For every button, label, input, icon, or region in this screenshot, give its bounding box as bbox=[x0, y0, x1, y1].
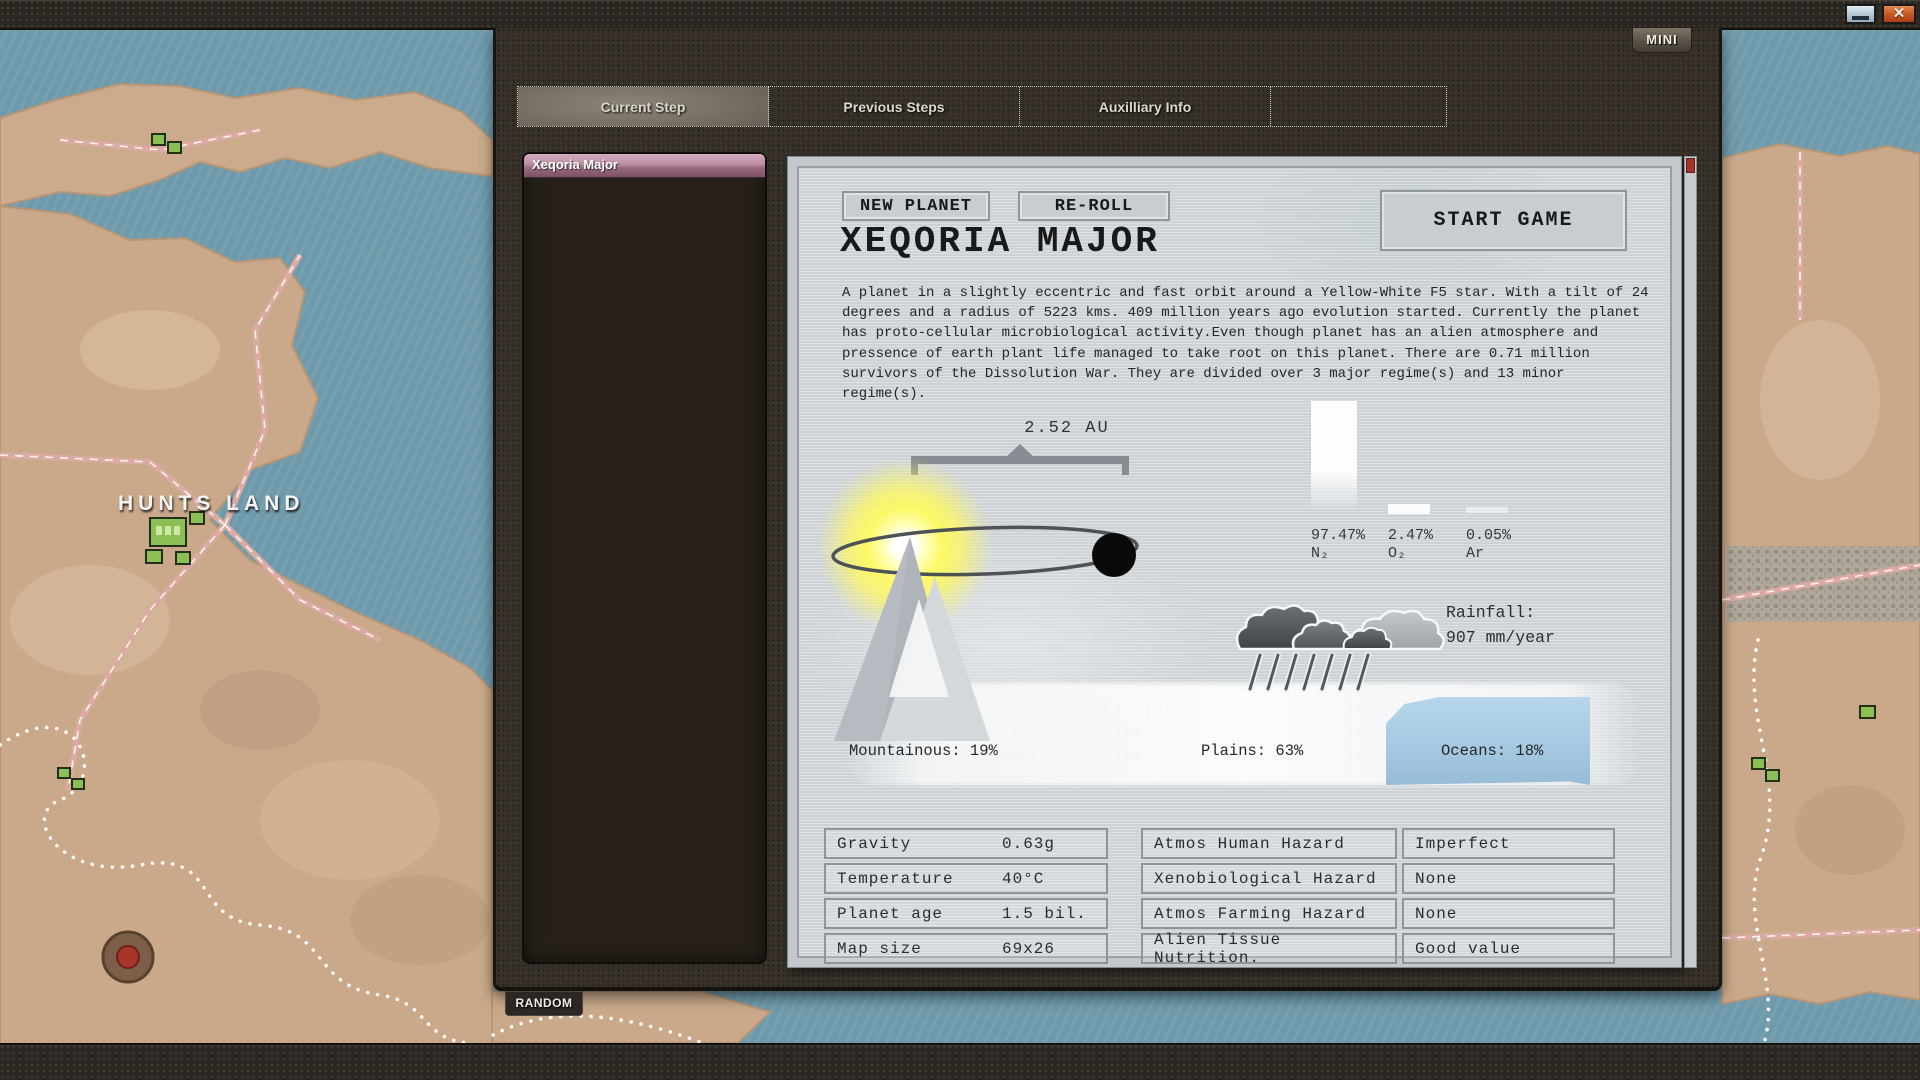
rainfall-label: Rainfall: bbox=[1446, 600, 1555, 625]
tab-auxilliary-info[interactable]: Auxilliary Info bbox=[1020, 87, 1271, 126]
close-icon: ✕ bbox=[1893, 5, 1906, 22]
hazard-stats-table: Atmos Human Hazard Imperfect Xenobiologi… bbox=[1141, 828, 1615, 964]
planet-stats-table: Gravity 0.63g Temperature 40°C Planet ag… bbox=[824, 828, 1108, 964]
mountains-icon bbox=[832, 535, 994, 743]
table-row: Atmos Farming Hazard None bbox=[1141, 898, 1615, 929]
stat-value: Imperfect bbox=[1402, 828, 1615, 859]
terrain-row: Mountainous: 19% Plains: 63% Oceans: 18% bbox=[788, 742, 1683, 762]
sidebar-item-xeqoria-major[interactable]: Xeqoria Major bbox=[524, 154, 765, 178]
main-panel: Current Step Previous Steps Auxilliary I… bbox=[493, 28, 1722, 991]
stat-label: Temperature bbox=[826, 870, 1002, 888]
table-row: Xenobiological Hazard None bbox=[1141, 863, 1615, 894]
sidebar: Xeqoria Major bbox=[522, 152, 767, 964]
planet-icon bbox=[1092, 533, 1136, 577]
close-button[interactable]: ✕ bbox=[1882, 4, 1916, 24]
re-roll-button[interactable]: RE-ROLL bbox=[1018, 191, 1170, 221]
stat-value: Good value bbox=[1402, 933, 1615, 964]
stat-label: Xenobiological Hazard bbox=[1141, 863, 1397, 894]
tab-bar: Current Step Previous Steps Auxilliary I… bbox=[517, 86, 1447, 127]
rain-clouds-icon bbox=[1232, 597, 1450, 697]
random-button[interactable]: RANDOM bbox=[505, 991, 583, 1016]
stat-value: 0.63g bbox=[1002, 835, 1106, 853]
tab-current-step[interactable]: Current Step bbox=[518, 87, 769, 126]
table-row: Map size 69x26 bbox=[824, 933, 1108, 964]
atmosphere-pct: 2.47% bbox=[1388, 527, 1433, 545]
stat-label: Atmos Human Hazard bbox=[1141, 828, 1397, 859]
atmosphere-gas: N₂ bbox=[1311, 545, 1365, 563]
atmosphere-gas: O₂ bbox=[1388, 545, 1433, 563]
game-screen: HUNTS LAND ✕ MINI Current Step Previous … bbox=[0, 0, 1920, 1080]
planet-title: XEQORIA MAJOR bbox=[840, 221, 1160, 262]
stat-value: 40°C bbox=[1002, 870, 1106, 888]
window-titlebar bbox=[0, 0, 1920, 30]
terrain-plains: Plains: 63% bbox=[1201, 742, 1303, 760]
atmosphere-label-n2: 97.47% N₂ bbox=[1311, 527, 1365, 563]
table-row: Atmos Human Hazard Imperfect bbox=[1141, 828, 1615, 859]
tab-previous-steps[interactable]: Previous Steps bbox=[769, 87, 1020, 126]
rainfall-text: Rainfall: 907 mm/year bbox=[1446, 600, 1555, 650]
table-row: Planet age 1.5 bil. bbox=[824, 898, 1108, 929]
table-row: Gravity 0.63g bbox=[824, 828, 1108, 859]
stat-label: Planet age bbox=[826, 905, 1002, 923]
map-crater-icon bbox=[103, 932, 153, 982]
terrain-oceans: Oceans: 18% bbox=[1441, 742, 1543, 760]
atmosphere-pct: 0.05% bbox=[1466, 527, 1511, 545]
start-game-button[interactable]: START GAME bbox=[1380, 190, 1627, 251]
stat-label: Gravity bbox=[826, 835, 1002, 853]
minimize-button[interactable] bbox=[1845, 4, 1876, 24]
window-bottombar bbox=[0, 1043, 1920, 1080]
ocean-patch bbox=[1386, 697, 1590, 785]
map-land-right bbox=[1722, 144, 1920, 1004]
planet-document: NEW PLANET RE-ROLL START GAME XEQORIA MA… bbox=[787, 156, 1682, 968]
new-planet-button[interactable]: NEW PLANET bbox=[842, 191, 990, 221]
minimize-icon bbox=[1852, 16, 1869, 20]
atmosphere-label-ar: 0.05% Ar bbox=[1466, 527, 1511, 563]
atmosphere-bar-ar bbox=[1466, 507, 1508, 513]
stat-value: None bbox=[1402, 898, 1615, 929]
terrain-mountainous: Mountainous: 19% bbox=[849, 742, 998, 760]
document-scrollbar[interactable] bbox=[1684, 156, 1697, 968]
stat-value: 69x26 bbox=[1002, 940, 1106, 958]
atmosphere-gas: Ar bbox=[1466, 545, 1511, 563]
scrollbar-thumb[interactable] bbox=[1686, 158, 1695, 173]
stat-value: 1.5 bil. bbox=[1002, 905, 1106, 923]
rainfall-value: 907 mm/year bbox=[1446, 625, 1555, 650]
orbit-distance-label: 2.52 AU bbox=[967, 419, 1167, 438]
stat-label: Alien Tissue Nutrition. bbox=[1141, 933, 1397, 964]
table-row: Alien Tissue Nutrition. Good value bbox=[1141, 933, 1615, 964]
stat-label: Atmos Farming Hazard bbox=[1141, 898, 1397, 929]
atmosphere-label-o2: 2.47% O₂ bbox=[1388, 527, 1433, 563]
stat-value: None bbox=[1402, 863, 1615, 894]
mini-button[interactable]: MINI bbox=[1632, 28, 1692, 53]
atmosphere-pct: 97.47% bbox=[1311, 527, 1365, 545]
table-row: Temperature 40°C bbox=[824, 863, 1108, 894]
planet-description: A planet in a slightly eccentric and fas… bbox=[842, 283, 1652, 404]
atmosphere-bar-o2 bbox=[1388, 504, 1430, 514]
atmosphere-bar-n2 bbox=[1311, 401, 1357, 513]
stat-label: Map size bbox=[826, 940, 1002, 958]
map-region-label: HUNTS LAND bbox=[118, 492, 305, 516]
